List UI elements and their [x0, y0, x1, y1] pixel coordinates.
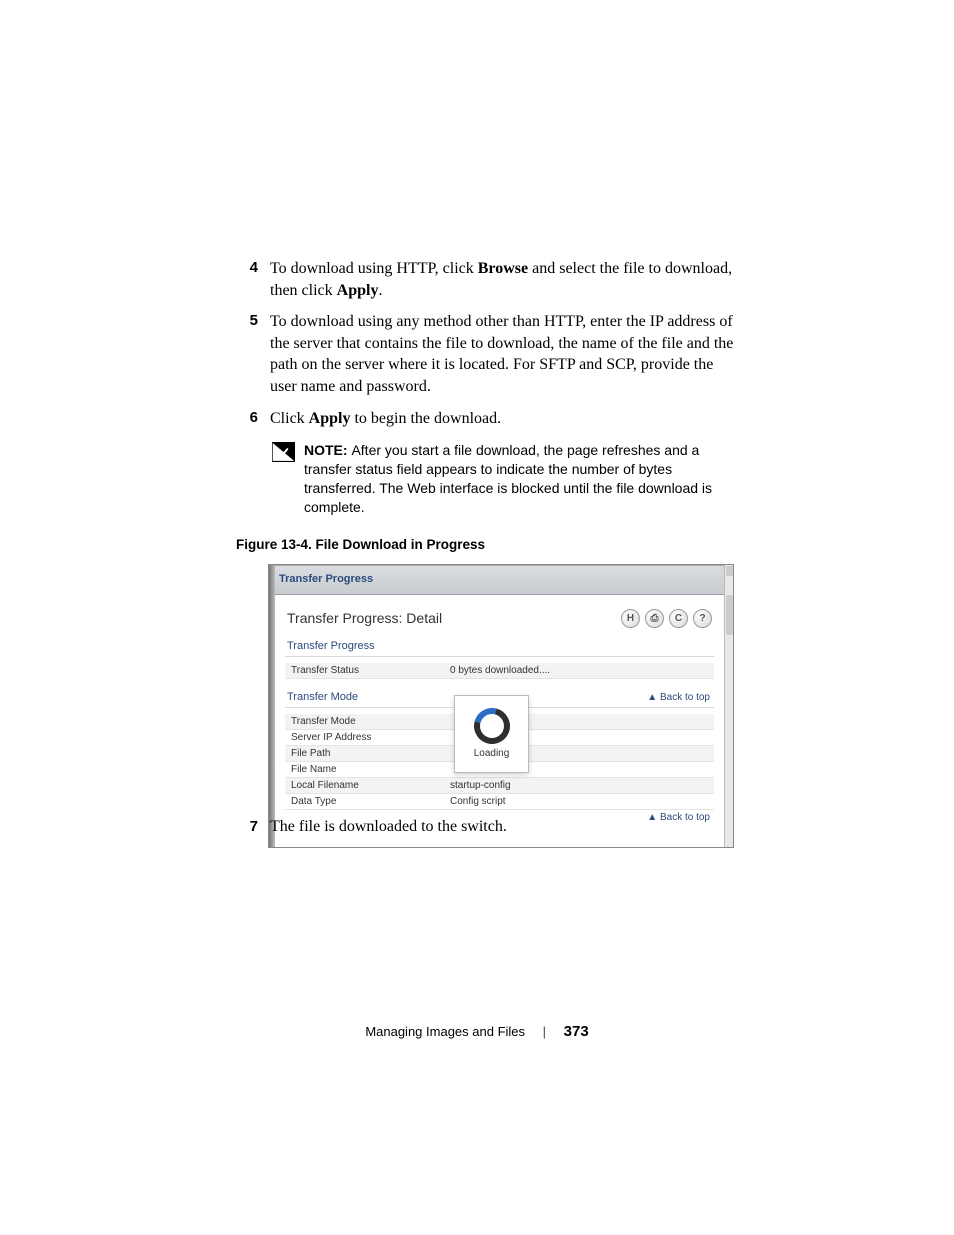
help-icon[interactable]: ? [693, 609, 712, 628]
section-header: Transfer Progress [285, 636, 714, 656]
loading-label: Loading [474, 748, 510, 759]
row-label: Data Type [285, 794, 450, 809]
scrollbar[interactable] [724, 565, 733, 847]
step-number: 7 [236, 818, 270, 836]
tab-transfer-progress[interactable]: Transfer Progress [279, 573, 373, 585]
scrollbar-thumb[interactable] [726, 595, 733, 635]
row-value: Config script [450, 796, 714, 807]
row-label: Transfer Mode [285, 714, 450, 729]
footer-section: Managing Images and Files [365, 1024, 525, 1039]
save-icon[interactable]: H [621, 609, 640, 628]
step-text: The file is downloaded to the switch. [270, 818, 736, 836]
row-label: File Path [285, 746, 450, 761]
footer-separator: | [529, 1024, 560, 1039]
print-icon[interactable]: ⎙ [645, 609, 664, 628]
row-label: Local Filename [285, 778, 450, 793]
row-label: File Name [285, 762, 450, 777]
row-label: Server IP Address [285, 730, 450, 745]
loading-dialog: Loading [454, 695, 529, 773]
step-text: Click Apply to begin the download. [270, 408, 736, 430]
page-title: Transfer Progress: Detail [287, 610, 442, 626]
table-row: Data Type Config script [285, 794, 714, 810]
step-6: 6 Click Apply to begin the download. [236, 408, 736, 430]
section-transfer-progress: Transfer Progress Transfer Status 0 byte… [285, 636, 714, 679]
step-number: 6 [236, 408, 270, 430]
screenshot-window: Transfer Progress Transfer Progress: Det… [268, 564, 734, 848]
refresh-icon[interactable]: C [669, 609, 688, 628]
toolbar-icons: H ⎙ C ? [621, 609, 712, 628]
spinner-icon [467, 702, 516, 751]
note-icon [272, 442, 295, 462]
step-5: 5 To download using any method other tha… [236, 311, 736, 397]
step-text: To download using HTTP, click Browse and… [270, 258, 736, 301]
note-text: NOTE: After you start a file download, t… [304, 441, 736, 517]
table-row: Local Filename startup-config [285, 778, 714, 794]
step-number: 5 [236, 311, 270, 397]
row-value: startup-config [450, 780, 714, 791]
figure-caption: Figure 13-4. File Download in Progress [236, 537, 736, 552]
back-to-top-link[interactable]: ▲ Back to top [643, 690, 714, 705]
step-number: 4 [236, 258, 270, 301]
section-header: Transfer Mode [285, 687, 360, 707]
row-label: Transfer Status [285, 663, 450, 678]
table-row: Transfer Status 0 bytes downloaded.... [285, 663, 714, 679]
note-block: NOTE: After you start a file download, t… [272, 441, 736, 517]
step-7: 7 The file is downloaded to the switch. [236, 818, 736, 836]
page-footer: Managing Images and Files | 373 [0, 1023, 954, 1040]
row-value: 0 bytes downloaded.... [450, 665, 714, 676]
scrollbar-up-icon[interactable] [726, 566, 733, 576]
step-text: To download using any method other than … [270, 311, 736, 397]
step-4: 4 To download using HTTP, click Browse a… [236, 258, 736, 301]
page-number: 373 [564, 1023, 589, 1040]
title-row: Transfer Progress: Detail H ⎙ C ? [275, 595, 724, 632]
